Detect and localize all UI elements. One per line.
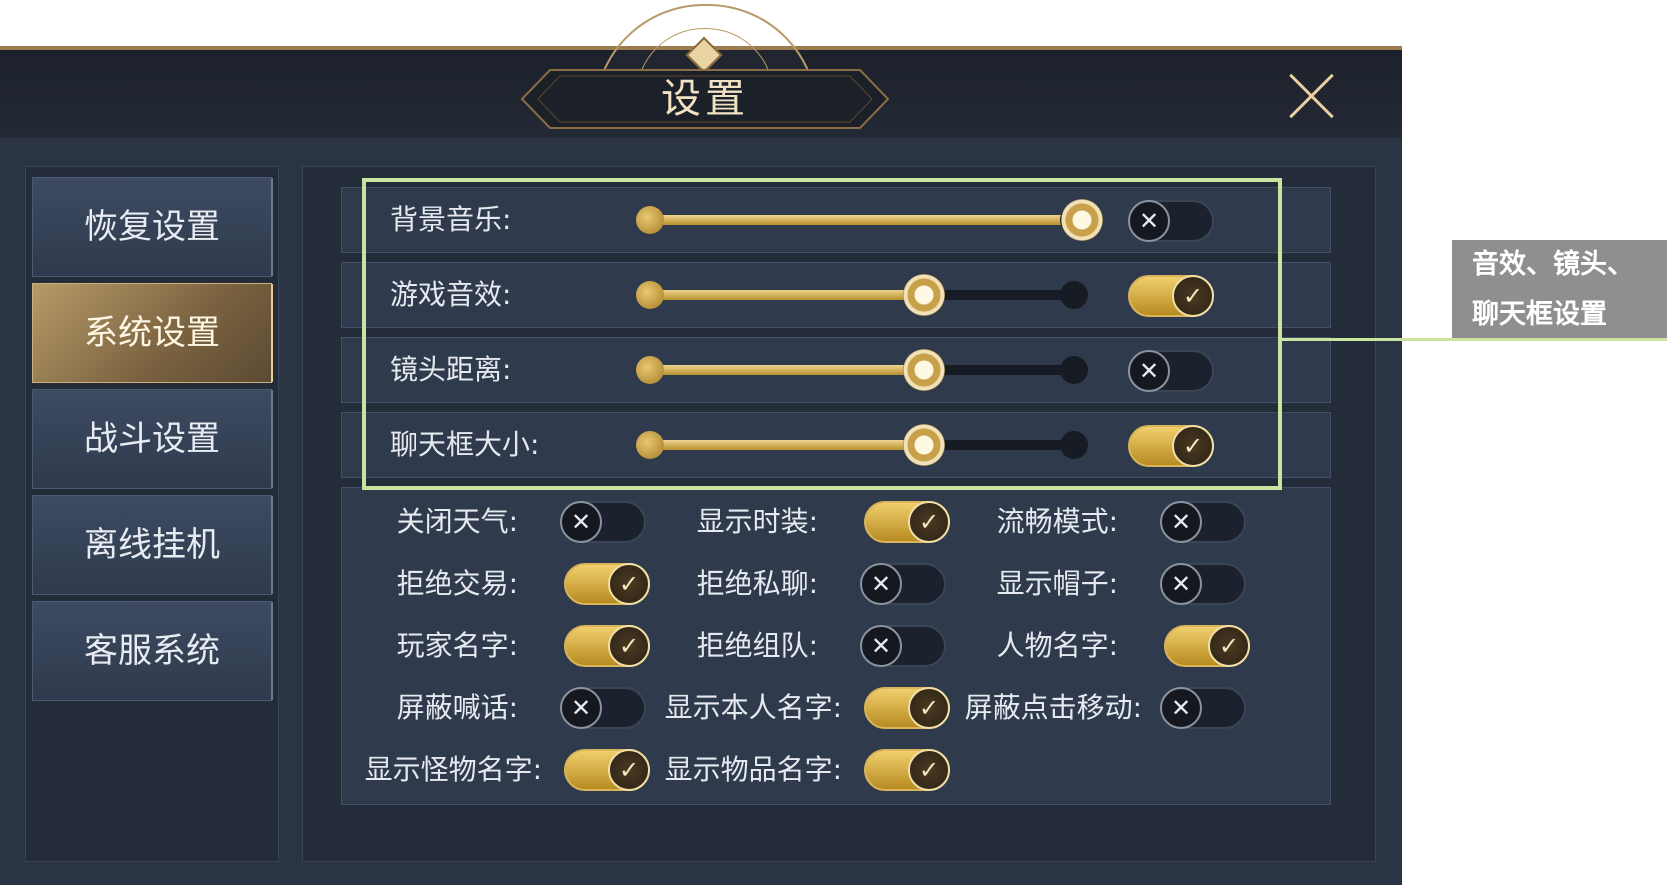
- close-icon[interactable]: [1288, 72, 1336, 120]
- chat-size-slider[interactable]: [636, 424, 1088, 466]
- page-title: 设置: [661, 76, 749, 122]
- cross-icon: ✕: [560, 501, 602, 543]
- option-label: 流畅模式:: [996, 505, 1118, 538]
- check-icon: ✓: [608, 563, 650, 605]
- option-label: 显示怪物名字:: [364, 753, 542, 786]
- sidebar: 恢复设置 系统设置 战斗设置 离线挂机 客服系统: [25, 166, 279, 862]
- hat-toggle[interactable]: ✕: [1160, 563, 1246, 605]
- slider-row-music: 背景音乐: ✕: [341, 187, 1331, 253]
- option-label: 显示物品名字:: [664, 753, 842, 786]
- sidebar-item-service[interactable]: 客服系统: [32, 601, 273, 701]
- slider-label: 背景音乐:: [390, 203, 512, 236]
- slider-fill: [642, 365, 924, 375]
- slider-label: 镜头距离:: [390, 353, 512, 386]
- edge-ornament: [265, 284, 273, 382]
- check-icon: ✓: [908, 749, 950, 791]
- slider-end-cap: [1060, 356, 1088, 384]
- option-label: 屏蔽喊话:: [396, 691, 518, 724]
- click-move-toggle[interactable]: ✕: [1160, 687, 1246, 729]
- item-name-toggle[interactable]: ✓: [864, 749, 950, 791]
- sfx-toggle[interactable]: ✓: [1128, 275, 1214, 317]
- check-icon: ✓: [908, 501, 950, 543]
- cross-icon: ✕: [860, 625, 902, 667]
- slider-fill: [642, 215, 1082, 225]
- slider-fill: [642, 440, 924, 450]
- cross-icon: ✕: [1128, 200, 1170, 242]
- check-icon: ✓: [1208, 625, 1250, 667]
- callout-line: [1282, 338, 1667, 341]
- slider-row-sfx: 游戏音效: ✓: [341, 262, 1331, 328]
- sidebar-item-label: 恢复设置: [84, 207, 220, 247]
- cross-icon: ✕: [860, 563, 902, 605]
- sidebar-item-label: 离线挂机: [84, 525, 220, 565]
- camera-slider[interactable]: [636, 349, 1088, 391]
- check-icon: ✓: [1172, 425, 1214, 467]
- sidebar-item-system[interactable]: 系统设置: [32, 283, 273, 383]
- slider-start-cap: [636, 431, 664, 459]
- annotation-line: 音效、镜头、: [1472, 249, 1634, 280]
- slider-start-cap: [636, 281, 664, 309]
- content-panel: 背景音乐: ✕ 游戏音效: ✓ 镜头距离: ✕ 聊天框大小: ✓ 关闭天气: ✕…: [302, 166, 1376, 862]
- slider-end-cap: [1060, 431, 1088, 459]
- sidebar-item-offline[interactable]: 离线挂机: [32, 495, 273, 595]
- smooth-mode-toggle[interactable]: ✕: [1160, 501, 1246, 543]
- character-name-toggle[interactable]: ✓: [1164, 625, 1250, 667]
- annotation-line: 聊天框设置: [1472, 299, 1607, 330]
- weather-toggle[interactable]: ✕: [560, 501, 646, 543]
- camera-toggle[interactable]: ✕: [1128, 350, 1214, 392]
- annotation-callout: 音效、镜头、 聊天框设置: [1452, 240, 1667, 338]
- slider-knob[interactable]: [1061, 199, 1103, 241]
- option-label: 显示帽子:: [996, 567, 1118, 600]
- cross-icon: ✕: [1160, 501, 1202, 543]
- trade-toggle[interactable]: ✓: [564, 563, 650, 605]
- option-label: 显示本人名字:: [664, 691, 842, 724]
- fashion-toggle[interactable]: ✓: [864, 501, 950, 543]
- cross-icon: ✕: [560, 687, 602, 729]
- slider-fill: [642, 290, 924, 300]
- check-icon: ✓: [608, 625, 650, 667]
- option-label: 玩家名字:: [396, 629, 518, 662]
- sidebar-item-label: 系统设置: [84, 313, 220, 353]
- slider-knob[interactable]: [902, 424, 945, 466]
- options-panel: 关闭天气: ✕ 显示时装: ✓ 流畅模式: ✕ 拒绝交易: ✓ 拒绝私聊: ✕ …: [341, 487, 1331, 805]
- settings-window: 设置 恢复设置 系统设置 战斗设置 离线挂机 客服系统 背景音乐: ✕ 游戏音效…: [0, 4, 1402, 885]
- option-label: 拒绝组队:: [696, 629, 818, 662]
- option-label: 人物名字:: [996, 629, 1118, 662]
- slider-end-cap: [1060, 281, 1088, 309]
- edge-ornament: [265, 602, 273, 700]
- edge-ornament: [265, 496, 273, 594]
- option-label: 拒绝私聊:: [696, 567, 818, 600]
- option-label: 屏蔽点击移动:: [964, 691, 1142, 724]
- title-plate: 设置: [520, 68, 890, 130]
- team-toggle[interactable]: ✕: [860, 625, 946, 667]
- edge-ornament: [265, 390, 273, 488]
- sidebar-item-battle[interactable]: 战斗设置: [32, 389, 273, 489]
- chat-toggle[interactable]: ✓: [1128, 425, 1214, 467]
- music-toggle[interactable]: ✕: [1128, 200, 1214, 242]
- private-chat-toggle[interactable]: ✕: [860, 563, 946, 605]
- sidebar-item-restore[interactable]: 恢复设置: [32, 177, 273, 277]
- option-label: 显示时装:: [696, 505, 818, 538]
- sidebar-item-label: 客服系统: [84, 631, 220, 671]
- slider-row-camera: 镜头距离: ✕: [341, 337, 1331, 403]
- slider-label: 游戏音效:: [390, 278, 512, 311]
- slider-knob[interactable]: [902, 349, 945, 391]
- player-name-toggle[interactable]: ✓: [564, 625, 650, 667]
- slider-start-cap: [636, 356, 664, 384]
- slider-row-chat: 聊天框大小: ✓: [341, 412, 1331, 478]
- slider-start-cap: [636, 206, 664, 234]
- cross-icon: ✕: [1160, 563, 1202, 605]
- cross-icon: ✕: [1128, 350, 1170, 392]
- edge-ornament: [265, 178, 273, 276]
- sfx-slider[interactable]: [636, 274, 1088, 316]
- music-slider[interactable]: [636, 199, 1103, 241]
- option-label: 关闭天气:: [396, 505, 518, 538]
- sidebar-item-label: 战斗设置: [84, 419, 220, 459]
- slider-label: 聊天框大小:: [390, 428, 540, 461]
- check-icon: ✓: [1172, 275, 1214, 317]
- cross-icon: ✕: [1160, 687, 1202, 729]
- slider-knob[interactable]: [902, 274, 945, 316]
- option-label: 拒绝交易:: [396, 567, 518, 600]
